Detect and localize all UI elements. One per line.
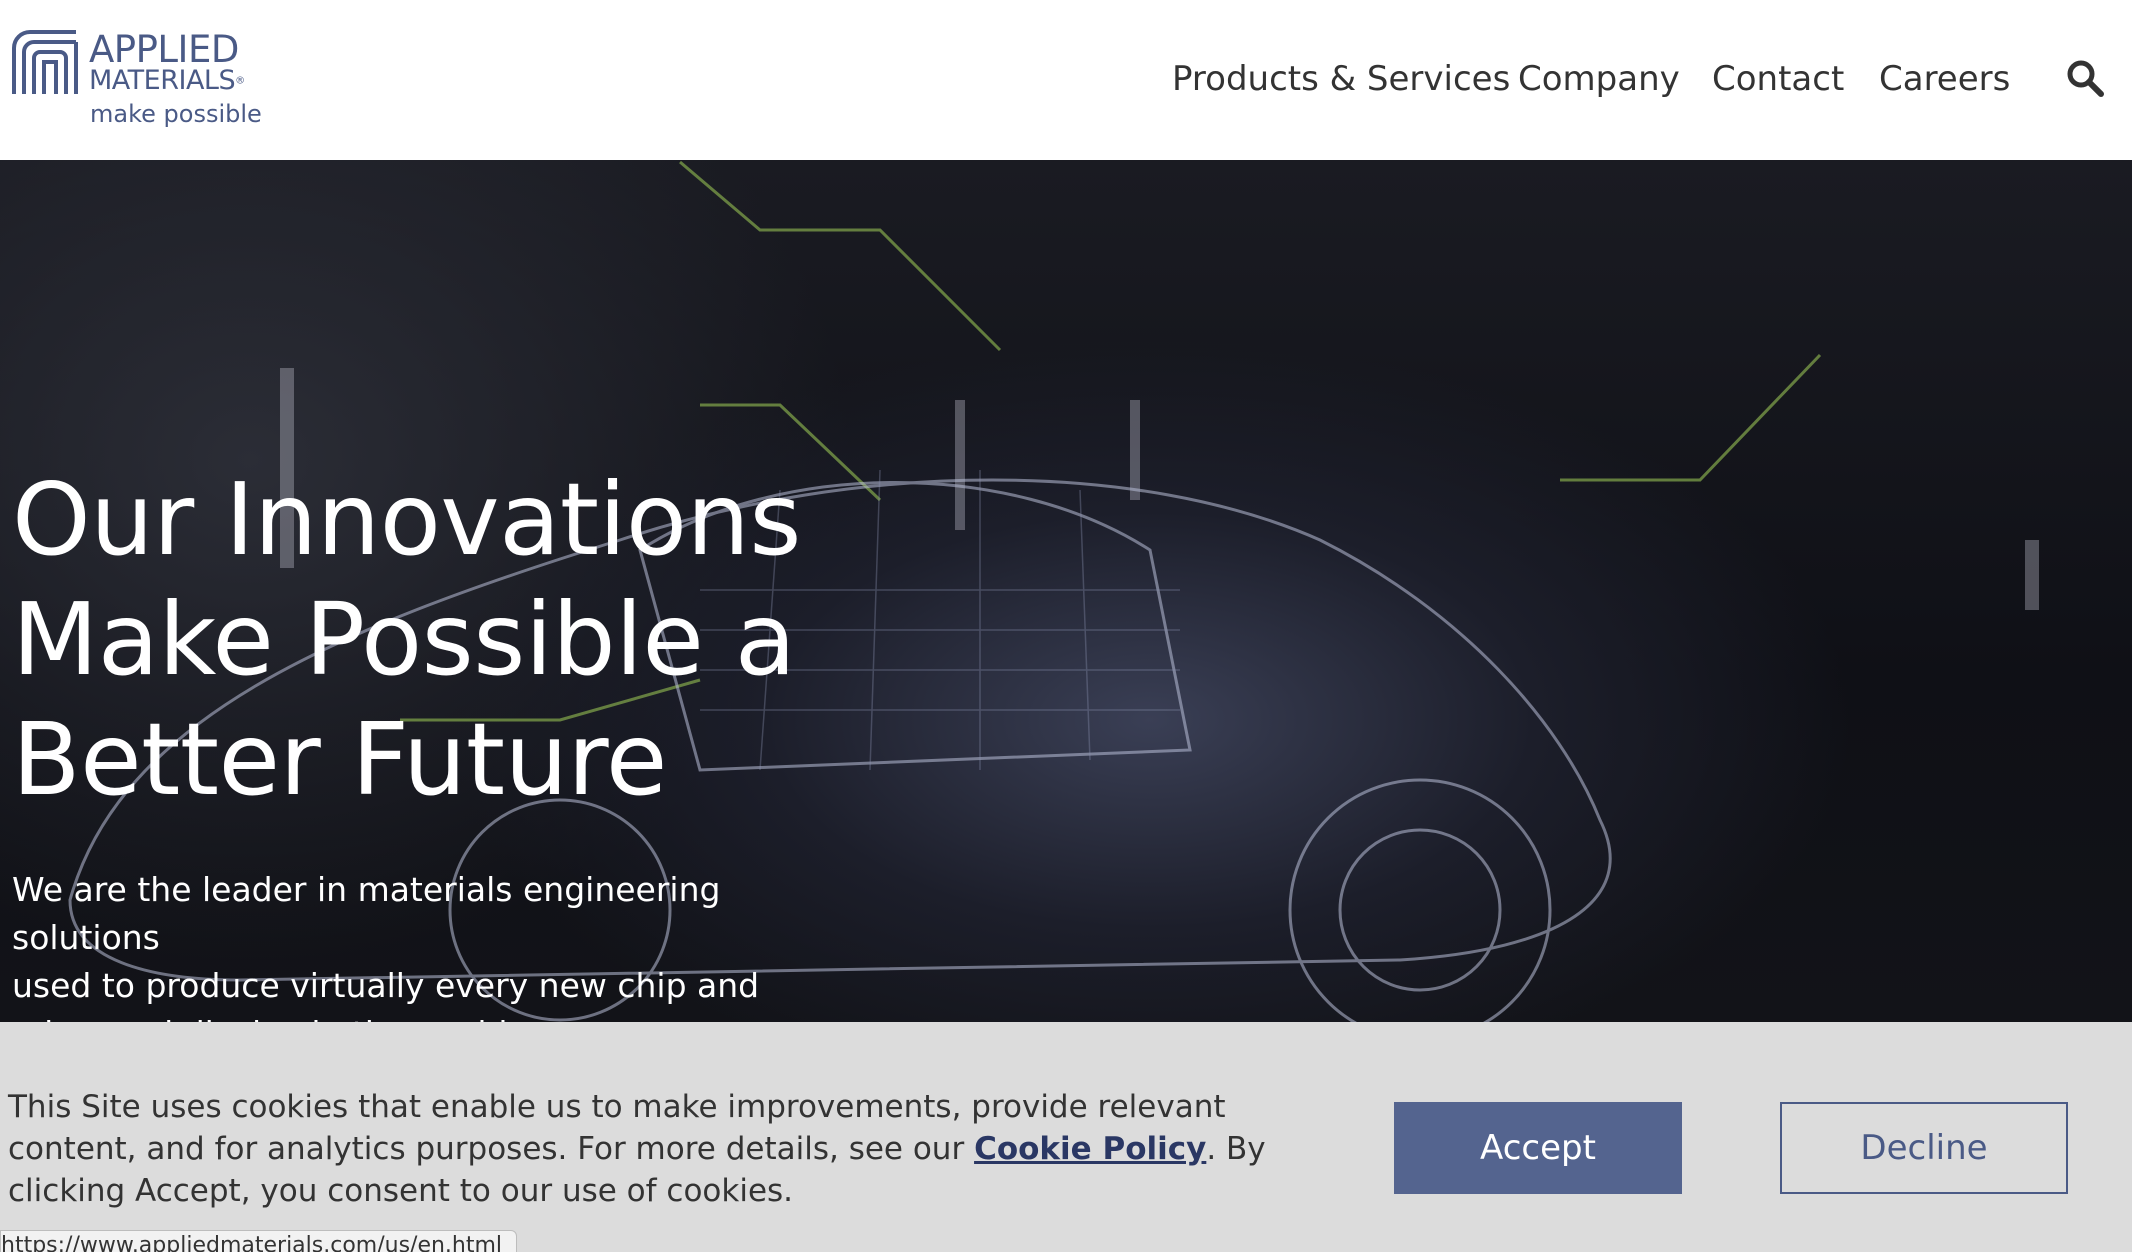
link-hover-status-url: https://www.appliedmaterials.com/us/en.h… xyxy=(0,1230,518,1252)
search-icon[interactable] xyxy=(2065,58,2105,98)
hero-section: Our Innovations Make Possible a Better F… xyxy=(0,160,2132,1022)
nav-item-contact[interactable]: Contact xyxy=(1712,56,1844,102)
logo-tagline: make possible xyxy=(90,100,262,128)
hero-subtitle-line: We are the leader in materials engineeri… xyxy=(12,870,721,957)
cookie-policy-link[interactable]: Cookie Policy xyxy=(974,1131,1206,1167)
hero-title-line: Make Possible a xyxy=(12,581,796,698)
nav-item-products-services[interactable]: Products & Services xyxy=(1172,56,1510,102)
decline-cookies-button[interactable]: Decline xyxy=(1780,1102,2068,1194)
hero-title-line: Better Future xyxy=(12,701,667,818)
accept-cookies-button[interactable]: Accept xyxy=(1394,1102,1682,1194)
hero-title-line: Our Innovations xyxy=(12,461,802,578)
site-header: APPLIED MATERIALS® make possible Product… xyxy=(0,0,2132,160)
hero-title: Our Innovations Make Possible a Better F… xyxy=(12,460,912,820)
hero-subtitle-line: advanced display in the world. xyxy=(12,1010,832,1022)
main-nav: Products & Services Company Contact Care… xyxy=(0,56,2132,102)
nav-item-careers[interactable]: Careers xyxy=(1879,56,2010,102)
hero-subtitle: We are the leader in materials engineeri… xyxy=(12,866,832,1022)
hero-subtitle-line: used to produce virtually every new chip… xyxy=(12,966,760,1005)
nav-item-company[interactable]: Company xyxy=(1518,56,1680,102)
cookie-message: This Site uses cookies that enable us to… xyxy=(8,1086,1338,1212)
cookie-consent-banner: This Site uses cookies that enable us to… xyxy=(0,1022,2132,1252)
